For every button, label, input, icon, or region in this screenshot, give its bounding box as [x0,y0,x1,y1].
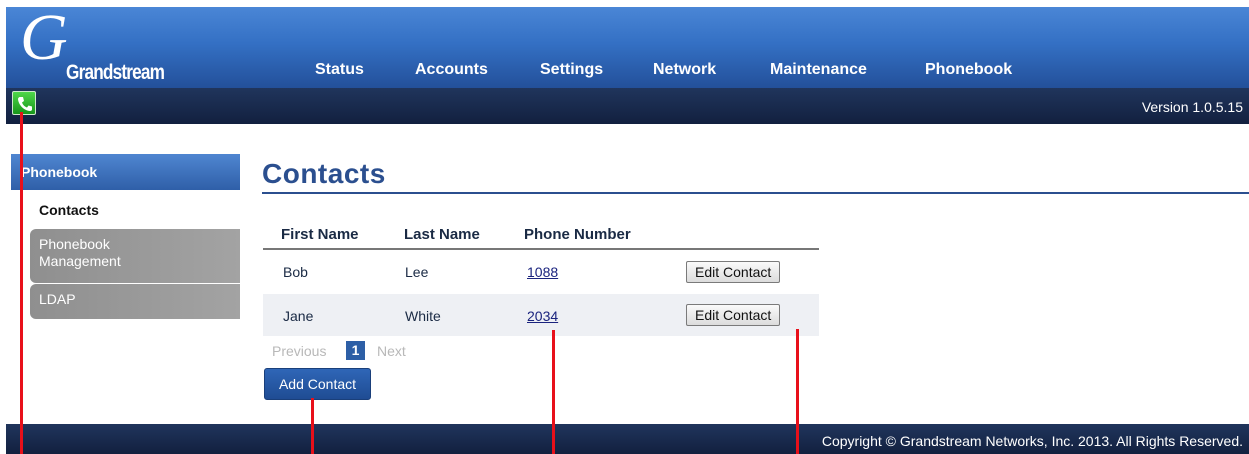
copyright-text: Copyright © Grandstream Networks, Inc. 2… [821,433,1243,449]
table-header-divider [263,248,819,250]
annotation-line-phone-icon [20,112,23,454]
phone-icon[interactable] [12,91,36,115]
nav-accounts[interactable]: Accounts [415,61,488,79]
page-title: Contacts [262,158,386,189]
edit-contact-button[interactable]: Edit Contact [686,304,781,326]
grandstream-logo: G Grandstream [20,5,165,85]
annotation-line-phone-number [552,330,555,454]
sidebar-item-label: Phonebook Management [39,236,121,269]
nav-settings[interactable]: Settings [540,61,603,79]
add-contact-button[interactable]: Add Contact [264,368,371,400]
phone-number-link[interactable]: 1088 [527,264,558,280]
sub-bar: Version 1.0.5.15 [6,88,1249,124]
sidebar-section-phonebook[interactable]: Phonebook [11,154,240,190]
table-row: Jane White 2034 Edit Contact [263,294,819,336]
logo-mark: G [20,1,68,74]
column-header-first-name: First Name [281,226,359,243]
sidebar-item-contacts[interactable]: Contacts [39,202,99,218]
annotation-line-add-contact [311,398,314,454]
logo-wordmark: Grandstream [66,61,165,84]
version-label: Version 1.0.5.15 [1141,99,1243,115]
cell-first-name: Jane [283,308,314,324]
column-header-phone-number: Phone Number [524,226,631,243]
sidebar-item-ldap[interactable]: LDAP [30,284,240,319]
title-divider [262,192,1249,194]
sidebar-item-label: LDAP [39,291,76,307]
column-header-last-name: Last Name [404,226,480,243]
cell-last-name: White [405,308,441,324]
nav-status[interactable]: Status [315,61,364,79]
edit-contact-button[interactable]: Edit Contact [686,261,781,283]
sidebar-item-phonebook-management[interactable]: Phonebook Management [30,229,240,283]
annotation-line-edit-contact [796,329,799,454]
pager-previous[interactable]: Previous [272,343,326,359]
pager-next[interactable]: Next [377,343,406,359]
pager-current-page[interactable]: 1 [346,341,365,360]
phone-number-link[interactable]: 2034 [527,308,558,324]
cell-last-name: Lee [405,264,429,280]
cell-first-name: Bob [283,264,308,280]
nav-network[interactable]: Network [653,61,716,79]
footer-bar: Copyright © Grandstream Networks, Inc. 2… [6,424,1249,454]
top-header: G Grandstream Status Accounts Settings N… [6,5,1249,88]
nav-phonebook[interactable]: Phonebook [925,61,1012,79]
table-row: Bob Lee 1088 Edit Contact [263,251,819,293]
nav-maintenance[interactable]: Maintenance [770,61,867,79]
